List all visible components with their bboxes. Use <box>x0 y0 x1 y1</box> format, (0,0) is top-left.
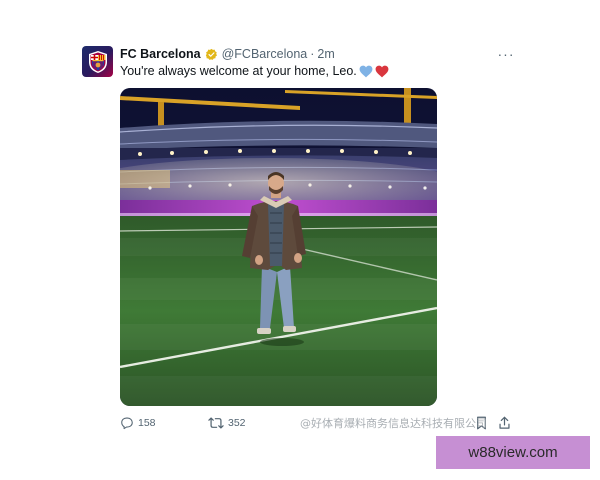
reply-icon <box>121 417 133 430</box>
blue-heart-icon <box>359 65 373 78</box>
retweet-button[interactable]: 352 <box>208 414 246 432</box>
author-handle[interactable]: @FCBarcelona <box>222 47 308 62</box>
retweet-icon <box>208 417 224 429</box>
avatar[interactable] <box>82 46 113 77</box>
watermark-text: @好体育爆料商务信息达科技有限公司 <box>300 417 487 430</box>
tweet-card: FC Barcelona @FCBarcelona · 2m ··· You'r… <box>0 0 600 480</box>
share-button[interactable] <box>498 414 515 432</box>
tweet-timestamp[interactable]: 2m <box>317 47 334 62</box>
stadium-photo <box>120 88 437 406</box>
watermark-site-badge: w88view.com <box>436 436 590 469</box>
retweet-count: 352 <box>228 417 246 429</box>
author-name[interactable]: FC Barcelona <box>120 47 201 62</box>
share-icon <box>499 416 510 429</box>
fcb-crest-icon <box>88 50 107 73</box>
red-heart-icon <box>375 65 389 78</box>
tweet-text: You're always welcome at your home, Leo. <box>120 64 389 79</box>
verified-badge-icon <box>205 48 218 61</box>
tweet-body: You're always welcome at your home, Leo. <box>120 64 357 78</box>
separator-dot: · <box>310 47 315 61</box>
tweet-header: FC Barcelona @FCBarcelona · 2m <box>120 47 335 62</box>
more-options-icon[interactable]: ··· <box>498 46 514 62</box>
reply-button[interactable]: 158 <box>120 414 156 432</box>
tweet-photo[interactable] <box>120 88 437 406</box>
reply-count: 158 <box>138 417 156 429</box>
